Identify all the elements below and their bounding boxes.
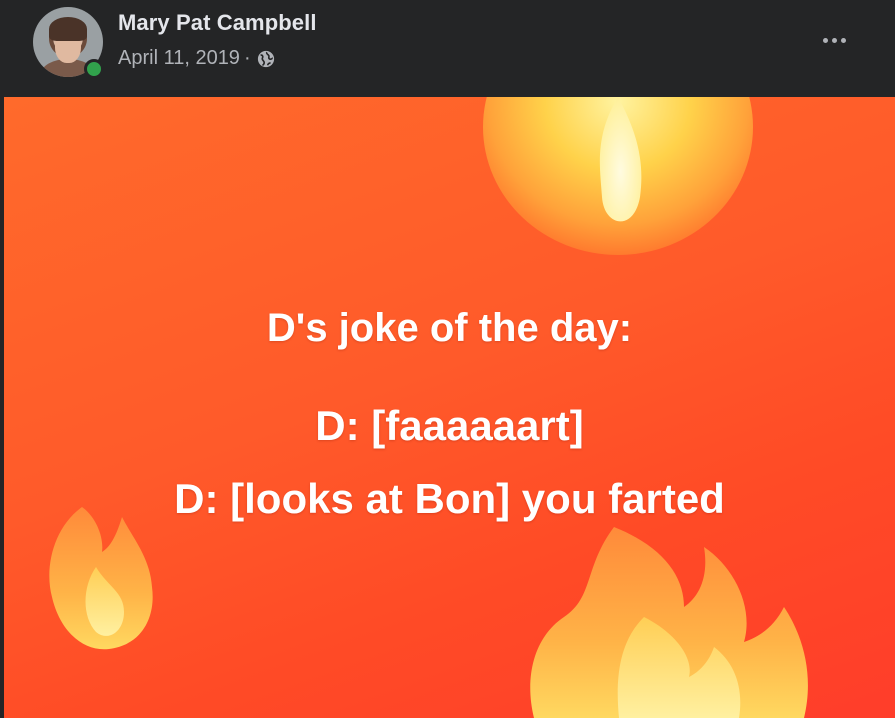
joke-line-2: D: [looks at Bon] you farted [174, 475, 725, 522]
flame-left [49, 507, 153, 650]
joke-title: D's joke of the day: [266, 306, 633, 350]
joke-line-1: D: [faaaaaart] [315, 402, 584, 449]
post-image[interactable]: D's joke of the day: D: [faaaaaart] D: [… [4, 97, 895, 718]
post-date[interactable]: April 11, 2019 [118, 47, 240, 70]
author-name[interactable]: Mary Pat Campbell [118, 10, 317, 36]
post-header: Mary Pat Campbell April 11, 2019 · [0, 0, 895, 97]
more-options-icon [821, 37, 848, 43]
flame-bottom-right [530, 527, 808, 718]
avatar-hair [49, 17, 87, 41]
post-meta: April 11, 2019 · [118, 47, 275, 70]
meta-separator: · [243, 47, 251, 69]
flame-top [483, 97, 753, 255]
more-options-button[interactable] [812, 22, 856, 58]
online-status-dot [84, 59, 104, 79]
globe-icon[interactable] [257, 50, 275, 68]
